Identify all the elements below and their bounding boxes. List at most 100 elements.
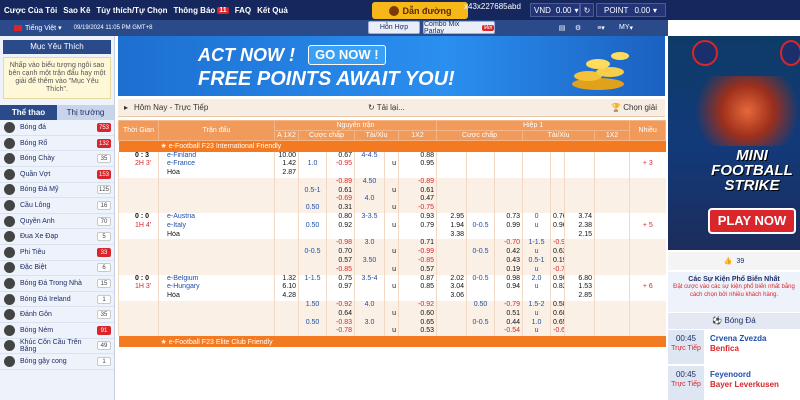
more-cell[interactable] <box>629 177 666 187</box>
odds-cell[interactable]: 1.94 <box>436 221 467 231</box>
more-cell[interactable] <box>629 213 666 222</box>
like-count[interactable]: 👍 39 <box>668 252 800 270</box>
odds-cell[interactable]: 0.65 <box>550 318 565 328</box>
sidebar-sport-item[interactable]: Bóng Rổ 132 <box>0 136 114 152</box>
odds-cell[interactable]: 0.57 <box>326 257 355 266</box>
more-bets[interactable]: + 3 <box>629 160 666 170</box>
tab-combo-parlay[interactable]: Combo Mix Parlay Mới <box>423 21 495 35</box>
more-cell[interactable] <box>629 292 666 302</box>
odds-cell[interactable]: 3.0 <box>354 318 385 328</box>
more-cell[interactable] <box>629 274 666 284</box>
sidebar-sport-item[interactable]: Quyền Anh 70 <box>0 214 114 230</box>
odds-cell[interactable]: 0.68 <box>550 309 565 319</box>
odds-cell[interactable]: 0.87 <box>397 274 437 284</box>
sidebar-sport-item[interactable]: Đánh Gôn 35 <box>0 307 114 323</box>
nav-faq[interactable]: FAQ <box>235 6 251 15</box>
odds-cell[interactable]: 0.61 <box>326 186 355 196</box>
odds-cell[interactable]: 0.51 <box>494 309 523 319</box>
star-icon[interactable]: ★ <box>161 143 169 150</box>
odds-cell[interactable]: 0.43 <box>494 257 523 266</box>
sidebar-sport-item[interactable]: Cầu Lông 16 <box>0 198 114 214</box>
odds-cell[interactable]: 3.38 <box>436 230 467 240</box>
odds-cell[interactable]: 0.61 <box>397 186 437 196</box>
odds-cell[interactable]: 6.10 <box>274 283 299 293</box>
odds-cell[interactable]: 0.50 <box>466 301 495 310</box>
odds-cell[interactable]: 0.65 <box>397 318 437 328</box>
reload-button[interactable]: ↻ Tải lại... <box>368 103 405 112</box>
odds-cell[interactable]: 2.95 <box>436 213 467 222</box>
odds-cell[interactable]: 2.0 <box>522 274 551 284</box>
odds-cell[interactable]: 0.82 <box>550 283 565 293</box>
more-cell[interactable] <box>629 248 666 258</box>
odds-cell[interactable]: 0.19 <box>550 257 565 266</box>
odds-cell[interactable]: 0.88 <box>397 151 437 161</box>
odds-cell[interactable]: 10.00 <box>274 151 299 161</box>
odds-cell[interactable]: 6.80 <box>564 274 595 284</box>
odds-cell[interactable]: 4.50 <box>354 177 385 187</box>
more-cell[interactable] <box>629 230 666 240</box>
odds-cell[interactable]: 1.53 <box>564 283 595 293</box>
more-cell[interactable] <box>629 169 666 178</box>
odds-cell[interactable]: 0.44 <box>494 318 523 328</box>
sidebar-sport-item[interactable]: Bóng gậy cong 1 <box>0 354 114 370</box>
more-cell[interactable] <box>629 301 666 310</box>
odds-cell[interactable]: 0.79 <box>397 221 437 231</box>
odds-cell[interactable]: 0.63 <box>550 248 565 258</box>
mini-football-promo[interactable]: MINI FOOTBALL STRIKE PLAY NOW <box>668 36 800 250</box>
odds-cell[interactable]: 3.06 <box>436 292 467 302</box>
event-item[interactable]: 00:45 Trực Tiếp Feyenoord Bayer Leverkusen <box>668 366 800 400</box>
nav-preferences[interactable]: Tùy thích/Tự Chọn <box>96 6 167 15</box>
odds-type-select[interactable]: MY ▾ <box>614 21 638 34</box>
nav-notices[interactable]: Thông Báo 11 <box>174 6 229 15</box>
odds-cell[interactable]: 4.0 <box>354 195 385 205</box>
more-cell[interactable] <box>629 327 666 337</box>
odds-cell[interactable]: 0.47 <box>397 195 437 205</box>
sidebar-sport-item[interactable]: Phi Tiêu 33 <box>0 245 114 261</box>
odds-cell[interactable]: 4.0 <box>354 301 385 310</box>
odds-cell[interactable]: 0.70 <box>326 248 355 258</box>
odds-cell[interactable]: 0.93 <box>397 213 437 222</box>
odds-cell[interactable]: 0.85 <box>397 283 437 293</box>
guide-button[interactable]: Dẫn đường <box>372 2 468 19</box>
odds-cell[interactable]: 0.75 <box>326 274 355 284</box>
odds-cell[interactable]: 1.0 <box>298 160 327 170</box>
sidebar-sport-item[interactable]: Bóng Đá Trong Nhà 15 <box>0 276 114 292</box>
odds-cell[interactable]: 0.95 <box>397 160 437 170</box>
odds-cell[interactable]: 2.85 <box>564 292 595 302</box>
odds-cell[interactable]: 0.92 <box>326 221 355 231</box>
more-cell[interactable] <box>629 239 666 249</box>
odds-cell[interactable]: 0.98 <box>494 274 523 284</box>
odds-cell[interactable]: 0.96 <box>550 221 565 231</box>
odds-cell[interactable]: 3.50 <box>354 257 385 266</box>
odds-cell[interactable]: 0.64 <box>326 309 355 319</box>
nav-statement[interactable]: Sao Kê <box>63 6 90 15</box>
nav-my-bets[interactable]: Cược Của Tôi <box>4 6 57 15</box>
event-item[interactable]: 00:45 Trực Tiếp Crvena Zvezda Benfica <box>668 330 800 364</box>
more-cell[interactable] <box>629 151 666 161</box>
tab-hon-hop[interactable]: Hỗn Hợp <box>368 21 420 34</box>
more-cell[interactable] <box>629 186 666 196</box>
points-box[interactable]: POINT 0.00 ▾ <box>596 3 666 17</box>
sidebar-sport-item[interactable]: Đua Xe Đạp 5 <box>0 229 114 245</box>
odds-cell[interactable]: 0.67 <box>326 151 355 161</box>
odds-cell[interactable]: 4.28 <box>274 292 299 302</box>
more-cell[interactable] <box>629 309 666 319</box>
more-bets[interactable]: + 6 <box>629 283 666 293</box>
odds-cell[interactable]: 0.80 <box>326 213 355 222</box>
sort-icon[interactable]: ≡▾ <box>590 21 612 34</box>
play-now-button[interactable]: PLAY NOW <box>708 208 796 234</box>
more-cell[interactable] <box>629 257 666 266</box>
odds-cell[interactable]: 3.0 <box>354 239 385 249</box>
currency-balance[interactable]: VND 0.00 ▾ <box>530 3 580 17</box>
more-cell[interactable] <box>629 318 666 328</box>
sidebar-sport-item[interactable]: Đặc Biệt 6 <box>0 261 114 277</box>
star-icon[interactable]: ★ <box>161 339 169 346</box>
odds-cell[interactable]: 0.90 <box>550 274 565 284</box>
settings-icon[interactable]: ⚙ <box>571 21 585 34</box>
choose-league-button[interactable]: 🏆 Chọn giải <box>611 103 657 112</box>
odds-cell[interactable]: 0.50 <box>298 318 327 328</box>
view-icon[interactable]: ▤ <box>555 21 569 34</box>
tab-sports[interactable]: Thể thao <box>0 105 57 121</box>
odds-cell[interactable]: 0.57 <box>397 265 437 275</box>
more-cell[interactable] <box>629 265 666 275</box>
